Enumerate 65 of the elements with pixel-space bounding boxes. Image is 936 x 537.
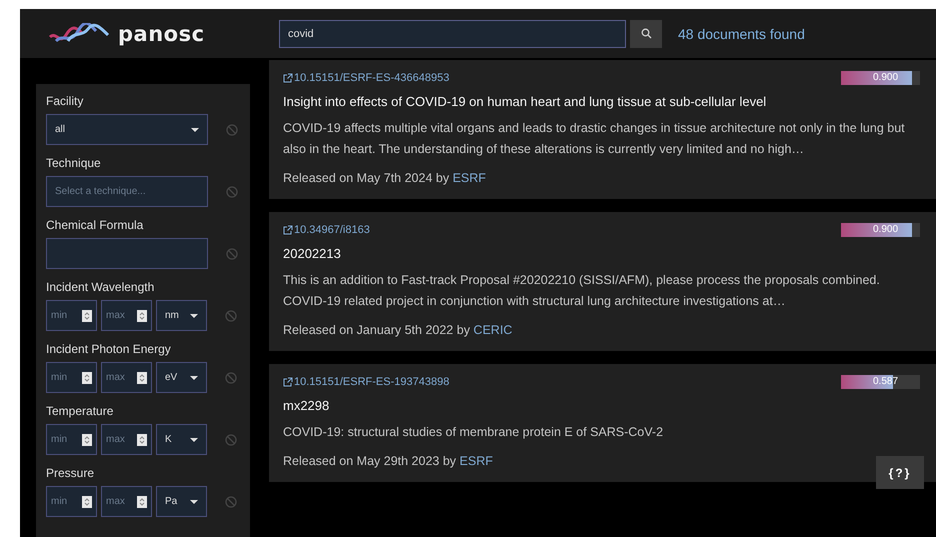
number-field[interactable]: min [46,362,97,393]
clear-icon [225,372,237,384]
caret-icon [190,500,198,504]
number-field[interactable]: min [46,424,97,455]
number-field[interactable]: max [101,362,152,393]
external-link-icon [283,377,293,387]
release-info: Released on May 7th 2024 by ESRF [283,171,487,185]
facility-link[interactable]: ESRF [452,171,486,185]
text-field[interactable]: Select a technique... [46,176,208,207]
clear-icon [226,248,238,260]
number-field[interactable]: max [101,486,152,517]
caret-icon [190,376,198,380]
result-description: This is an addition to Fast-track Proposal #20202210 (SISSI/AFM), please process the proposals combined. COVID-19 related project in conjunction with structural lung architecture investigations at… [283,272,881,310]
spinner-icon [137,434,147,446]
filter-label: Incident Wavelength [46,280,156,294]
facility-link[interactable]: ESRF [460,454,493,468]
clear-icon [226,186,238,198]
filter-label: Technique [46,156,102,170]
filter-label: Pressure [46,466,96,480]
help-button[interactable]: {?} [876,456,924,489]
clear-icon [226,124,238,136]
facility-dropdown[interactable]: all [46,114,208,145]
caret-icon [191,128,199,132]
result-description: COVID-19 affects multiple vital organs and leads to drastic changes in tissue architecture not only in the lung but also in the heart. The understanding of these alterations is currently very limited and no high… [283,120,906,158]
number-field[interactable]: min [46,300,97,331]
external-link-icon [283,225,293,235]
caret-icon [190,314,198,318]
unit-dropdown[interactable]: nm [156,300,207,331]
unit-dropdown[interactable]: Pa [156,486,207,517]
result-title: Insight into effects of COVID-19 on human heart and lung tissue at sub-cellular level [283,94,768,109]
logo-icon [48,22,110,44]
clear-icon [225,434,237,446]
caret-icon [190,438,198,442]
filter-label: Temperature [46,404,114,418]
brand-name: panosc [118,22,205,46]
text-field[interactable] [46,238,208,269]
clear-icon [225,310,237,322]
spinner-icon [137,496,147,508]
clear-icon [225,496,237,508]
spinner-icon [82,496,92,508]
release-info: Released on January 5th 2022 by CERIC [283,323,514,337]
spinner-icon [82,310,92,322]
filter-label: Incident Photon Energy [46,342,172,356]
filter-label: Chemical Formula [46,218,144,232]
facility-link[interactable]: CERIC [473,323,512,337]
filter-label: Facility [46,94,84,108]
search-button[interactable] [630,20,662,48]
score-value: 0.900 [872,71,900,85]
search-field[interactable]: covid [279,20,626,48]
unit-dropdown[interactable]: eV [156,362,207,393]
unit-dropdown[interactable]: K [156,424,207,455]
spinner-icon [137,372,147,384]
spinner-icon [82,434,92,446]
result-title: mx2298 [283,398,330,413]
spinner-icon [82,372,92,384]
number-field[interactable]: max [101,424,152,455]
result-description: COVID-19: structural studies of membrane protein E of SARS-CoV-2 [283,424,664,441]
score-value: 0.900 [872,223,900,237]
spinner-icon [137,310,147,322]
number-field[interactable]: max [101,300,152,331]
search-icon [640,28,652,39]
external-link-icon [283,73,293,83]
result-title: 20202213 [283,246,342,261]
number-field[interactable]: min [46,486,97,517]
results-count: 48 documents found [678,26,805,42]
